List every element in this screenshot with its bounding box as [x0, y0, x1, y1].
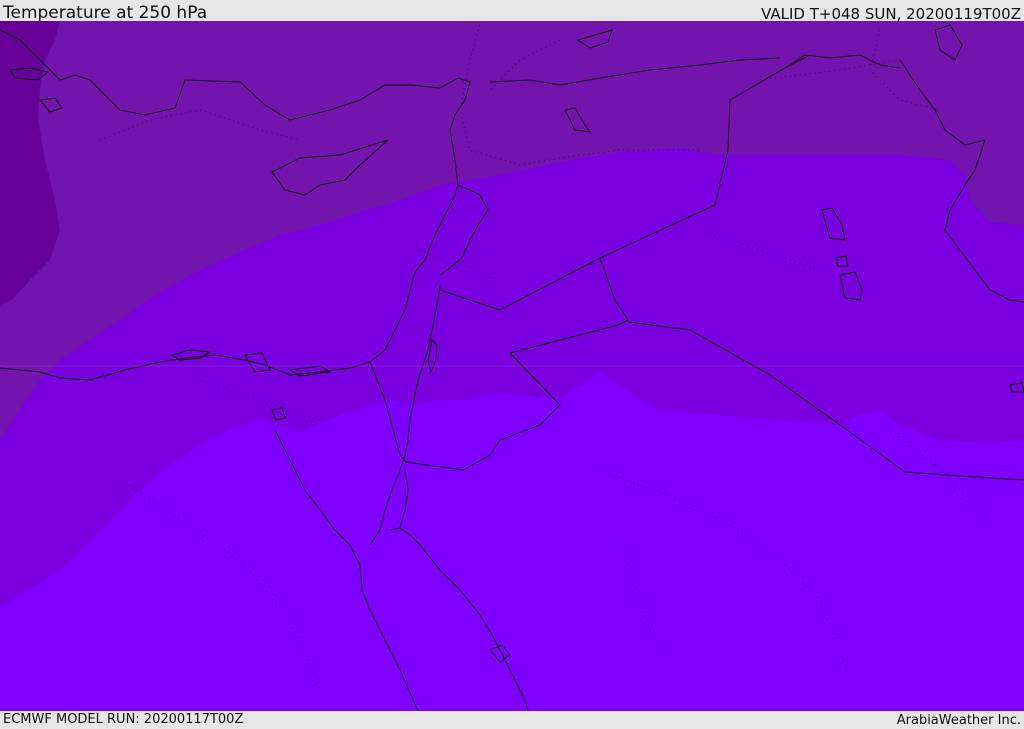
- credit-label: ArabiaWeather Inc.: [896, 713, 1021, 728]
- model-run-label: ECMWF MODEL RUN: 20200117T00Z: [3, 712, 244, 727]
- footer-bar: ECMWF MODEL RUN: 20200117T00Z ArabiaWeat…: [0, 711, 1024, 729]
- temperature-map[interactable]: [0, 21, 1024, 711]
- header-bar: Temperature at 250 hPa VALID T+048 SUN, …: [0, 0, 1024, 23]
- map-title: Temperature at 250 hPa: [3, 3, 208, 23]
